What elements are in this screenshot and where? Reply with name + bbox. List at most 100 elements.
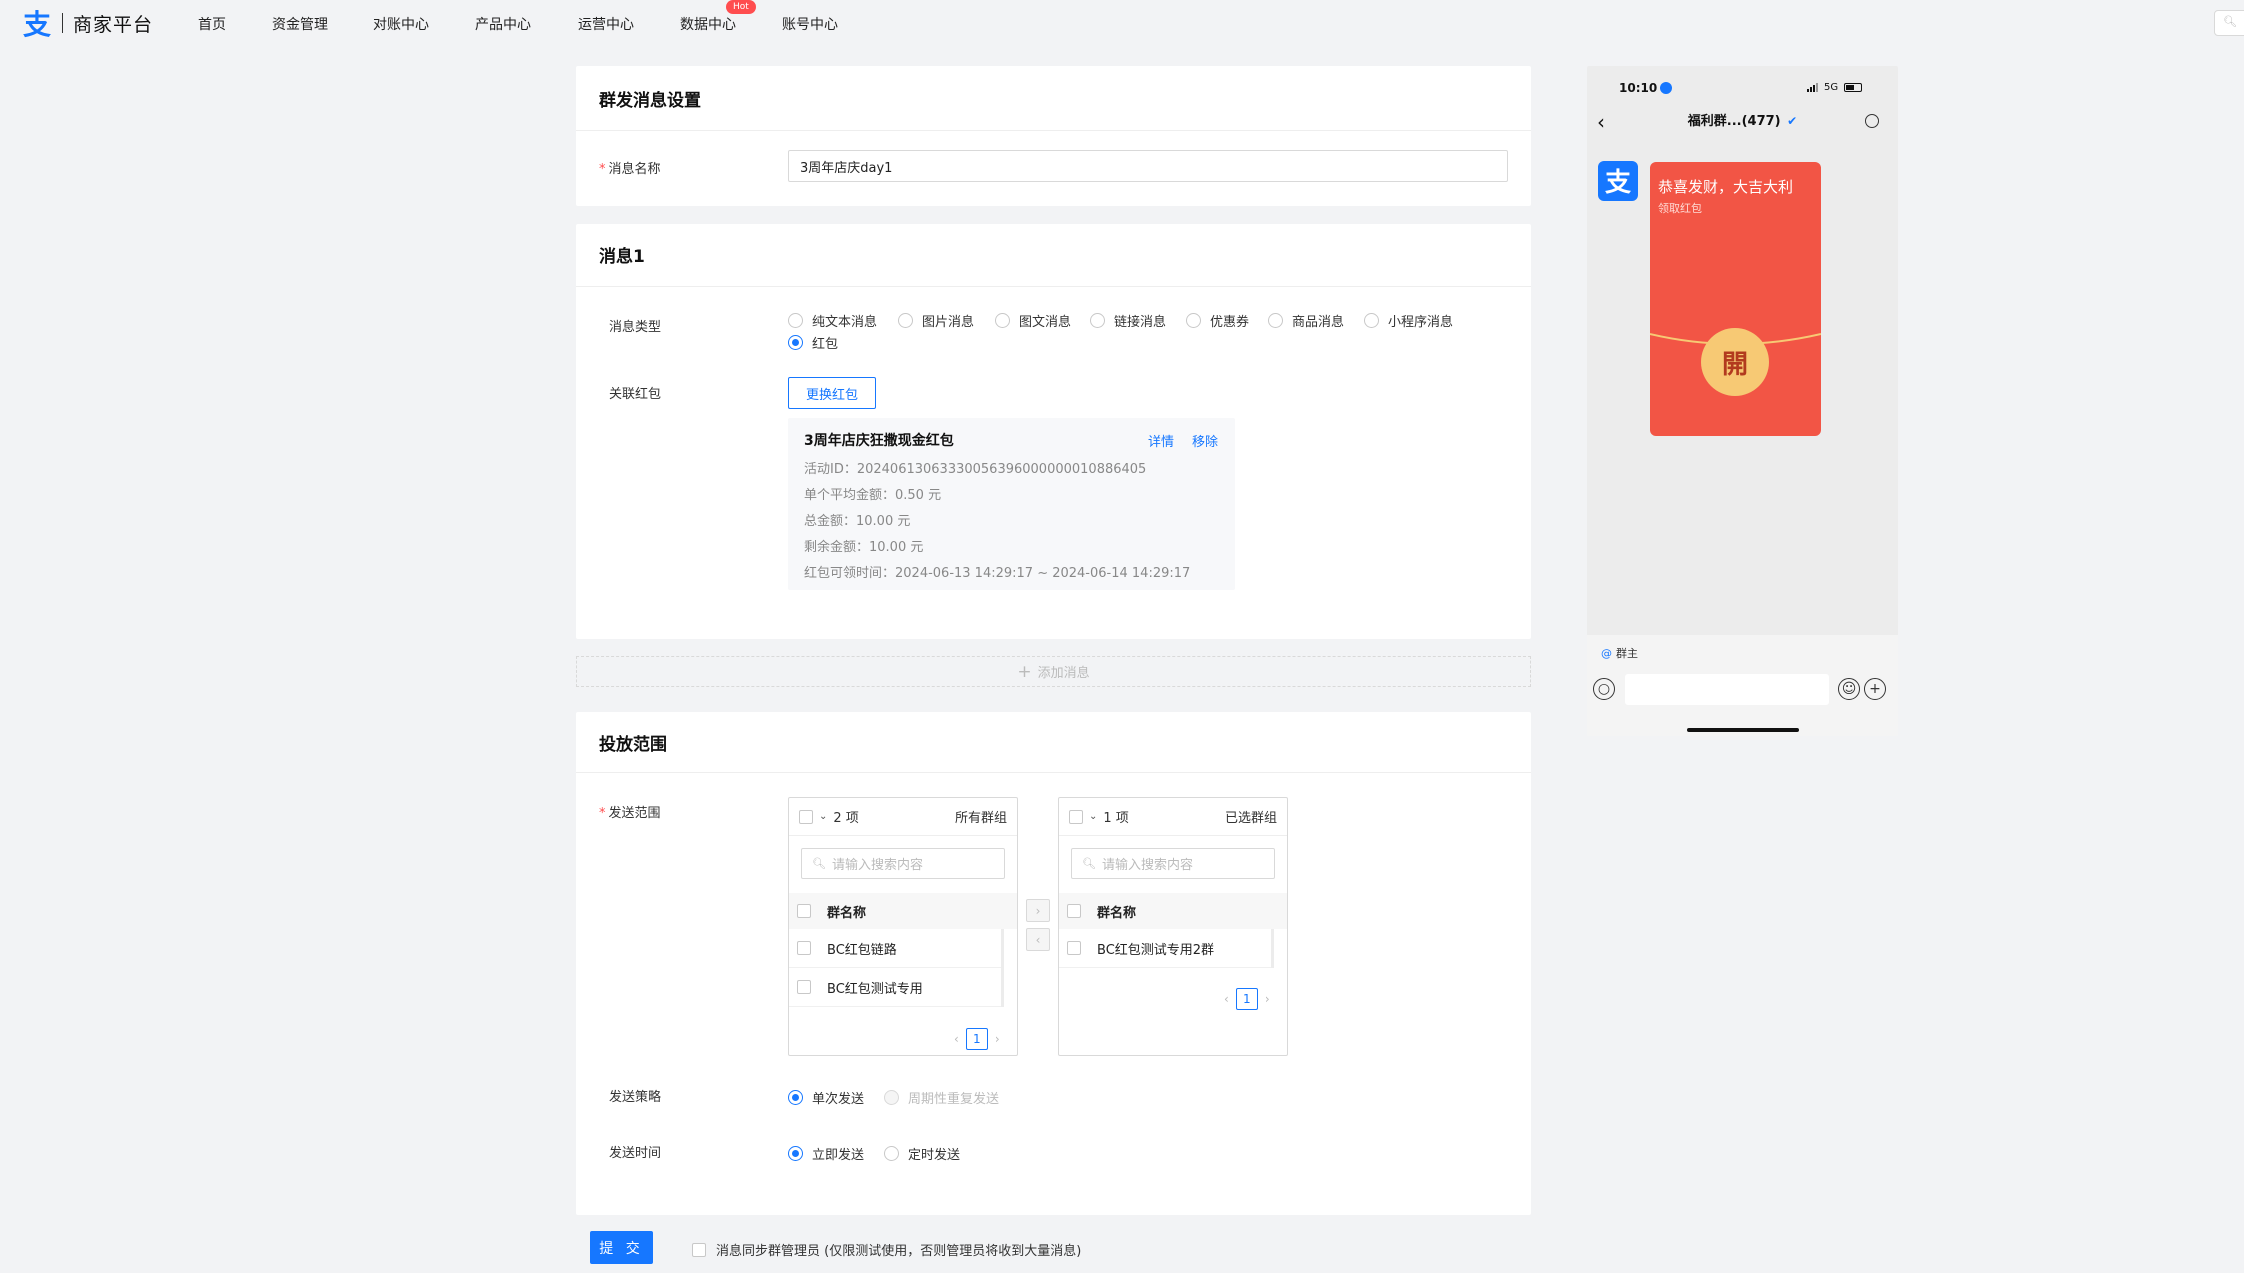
transfer-target-panel: ⌄ 1 项 已选群组 🔍︎ 请输入搜索内容 群名称 BC红包测试专用2群 ‹ 1…: [1058, 797, 1288, 1056]
pagination: ‹ 1 ›: [1224, 988, 1270, 1010]
column-checkbox[interactable]: [797, 904, 811, 918]
select-all-checkbox[interactable]: [1069, 809, 1083, 824]
brand-logo[interactable]: 支 商家平台: [20, 6, 153, 40]
settings-card: 群发消息设置 * 消息名称 3周年店庆day1: [576, 66, 1531, 206]
nav-item-home[interactable]: 首页: [198, 14, 226, 34]
scrollbar[interactable]: [1271, 929, 1274, 968]
redpack-wish: 恭喜发财，大吉大利: [1658, 178, 1794, 196]
type-radio-text[interactable]: 纯文本消息: [788, 311, 877, 330]
nav-item-products[interactable]: 产品中心: [475, 14, 531, 34]
nav-item-data[interactable]: 数据中心: [680, 14, 736, 34]
table-row[interactable]: BC红包测试专用2群: [1059, 929, 1271, 968]
scrollbar[interactable]: [1001, 929, 1004, 1007]
radio-circle-selected: [788, 1090, 803, 1105]
radio-circle: [1268, 313, 1283, 328]
sync-admin-label: 消息同步群管理员 (仅限测试使用，否则管理员将收到大量消息): [716, 1244, 1082, 1259]
divider: [576, 772, 1531, 773]
send-time-label: 发送时间: [609, 1146, 662, 1161]
type-radio-image-text[interactable]: 图文消息: [995, 311, 1071, 330]
row-checkbox[interactable]: [797, 980, 811, 994]
table-row[interactable]: BC红包链路: [789, 929, 1001, 968]
type-radio-product[interactable]: 商品消息: [1268, 311, 1344, 330]
change-redpack-button[interactable]: 更换红包: [788, 377, 876, 409]
divider: [576, 286, 1531, 287]
nav-item-operations[interactable]: 运营中心: [578, 14, 634, 34]
next-page-icon[interactable]: ›: [1265, 992, 1270, 1006]
row-checkbox[interactable]: [1067, 941, 1081, 955]
type-radio-redpack[interactable]: 红包: [788, 333, 838, 352]
next-page-icon[interactable]: ›: [995, 1032, 1000, 1046]
message-name-label: * 消息名称: [599, 162, 661, 177]
redpack-remove-link[interactable]: 移除: [1192, 431, 1218, 450]
submit-button[interactable]: 提 交: [590, 1231, 653, 1264]
radio-circle: [884, 1146, 899, 1161]
redpack-remaining-amount: 剩余金额：10.00 元: [804, 540, 924, 555]
redpack-message[interactable]: 恭喜发财，大吉大利 领取红包 開: [1650, 162, 1821, 436]
transfer-source-count: 2 项: [833, 811, 859, 826]
row-checkbox[interactable]: [797, 941, 811, 955]
scope-card: 投放范围 * 发送范围 发送策略 发送时间: [576, 712, 1531, 1215]
svg-text:支: 支: [23, 8, 51, 39]
transfer-target-title: 已选群组: [1224, 811, 1277, 826]
nav-item-funds[interactable]: 资金管理: [272, 14, 328, 34]
svg-text:支: 支: [1605, 168, 1631, 197]
type-radio-link[interactable]: 链接消息: [1090, 311, 1166, 330]
redpack-label: 关联红包: [609, 387, 662, 402]
settings-title: 群发消息设置: [599, 91, 701, 111]
nav-item-reconciliation[interactable]: 对账中心: [373, 14, 429, 34]
radio-circle: [1364, 313, 1379, 328]
message-name-input[interactable]: 3周年店庆day1: [788, 150, 1508, 182]
add-message-label: 添加消息: [1037, 666, 1090, 681]
transfer-target-count: 1 项: [1103, 811, 1129, 826]
strategy-radio-periodic[interactable]: 周期性重复发送: [884, 1088, 999, 1107]
prev-page-icon[interactable]: ‹: [954, 1032, 959, 1046]
chevron-down-icon[interactable]: ⌄: [819, 811, 827, 822]
sync-admin-option[interactable]: 消息同步群管理员 (仅限测试使用，否则管理员将收到大量消息): [692, 1240, 1081, 1259]
move-right-button[interactable]: ›: [1026, 899, 1050, 922]
chevron-down-icon[interactable]: ⌄: [1089, 811, 1097, 822]
nav-item-account[interactable]: 账号中心: [782, 14, 838, 34]
chat-title: 福利群...(477) ✔: [1687, 114, 1798, 129]
transfer-source-title: 所有群组: [954, 811, 1007, 826]
phone-message-input[interactable]: [1625, 674, 1829, 705]
signal-icon: [1807, 83, 1818, 92]
time-radio-immediate[interactable]: 立即发送: [788, 1144, 864, 1163]
move-left-button[interactable]: ‹: [1026, 928, 1050, 951]
radio-circle-selected: [788, 1146, 803, 1161]
radio-circle: [898, 313, 913, 328]
strategy-radio-once[interactable]: 单次发送: [788, 1088, 864, 1107]
column-checkbox[interactable]: [1067, 904, 1081, 918]
type-radio-image[interactable]: 图片消息: [898, 311, 974, 330]
redpack-sub: 领取红包: [1658, 202, 1702, 215]
top-search-input[interactable]: 🔍︎: [2214, 10, 2244, 36]
merchant-avatar: 支: [1598, 161, 1638, 201]
redpack-detail-link[interactable]: 详情: [1148, 431, 1174, 450]
prev-page-icon[interactable]: ‹: [1224, 992, 1229, 1006]
plus-icon[interactable]: +: [1864, 678, 1886, 700]
current-page[interactable]: 1: [1235, 988, 1258, 1010]
transfer-source-search-input[interactable]: 🔍︎ 请输入搜索内容: [801, 848, 1005, 879]
sync-admin-checkbox[interactable]: [692, 1242, 706, 1257]
open-redpack-button[interactable]: 開: [1701, 328, 1769, 396]
radio-circle: [1186, 313, 1201, 328]
emoji-icon[interactable]: ☺︎: [1838, 678, 1860, 700]
transfer-target-search-input[interactable]: 🔍︎ 请输入搜索内容: [1071, 848, 1275, 879]
type-radio-miniprogram[interactable]: 小程序消息: [1364, 311, 1453, 330]
group-members-icon[interactable]: [1865, 114, 1879, 128]
logo-divider: [62, 13, 63, 33]
plus-icon: +: [1017, 661, 1032, 682]
type-radio-coupon[interactable]: 优惠券: [1186, 311, 1249, 330]
home-indicator: [1687, 728, 1799, 732]
send-scope-label: * 发送范围: [599, 806, 661, 821]
search-icon: 🔍︎: [1082, 857, 1096, 870]
select-all-checkbox[interactable]: [799, 809, 813, 824]
transfer-source-column-header: 群名称: [789, 893, 1017, 929]
add-message-button[interactable]: + 添加消息: [576, 656, 1531, 687]
scope-title: 投放范围: [599, 735, 667, 755]
owner-tag: @ 群主: [1601, 646, 1638, 661]
time-radio-scheduled[interactable]: 定时发送: [884, 1144, 960, 1163]
table-row[interactable]: BC红包测试专用: [789, 968, 1001, 1007]
current-page[interactable]: 1: [965, 1028, 988, 1050]
voice-icon[interactable]: ○: [1593, 678, 1615, 700]
message1-title: 消息1: [599, 247, 645, 267]
